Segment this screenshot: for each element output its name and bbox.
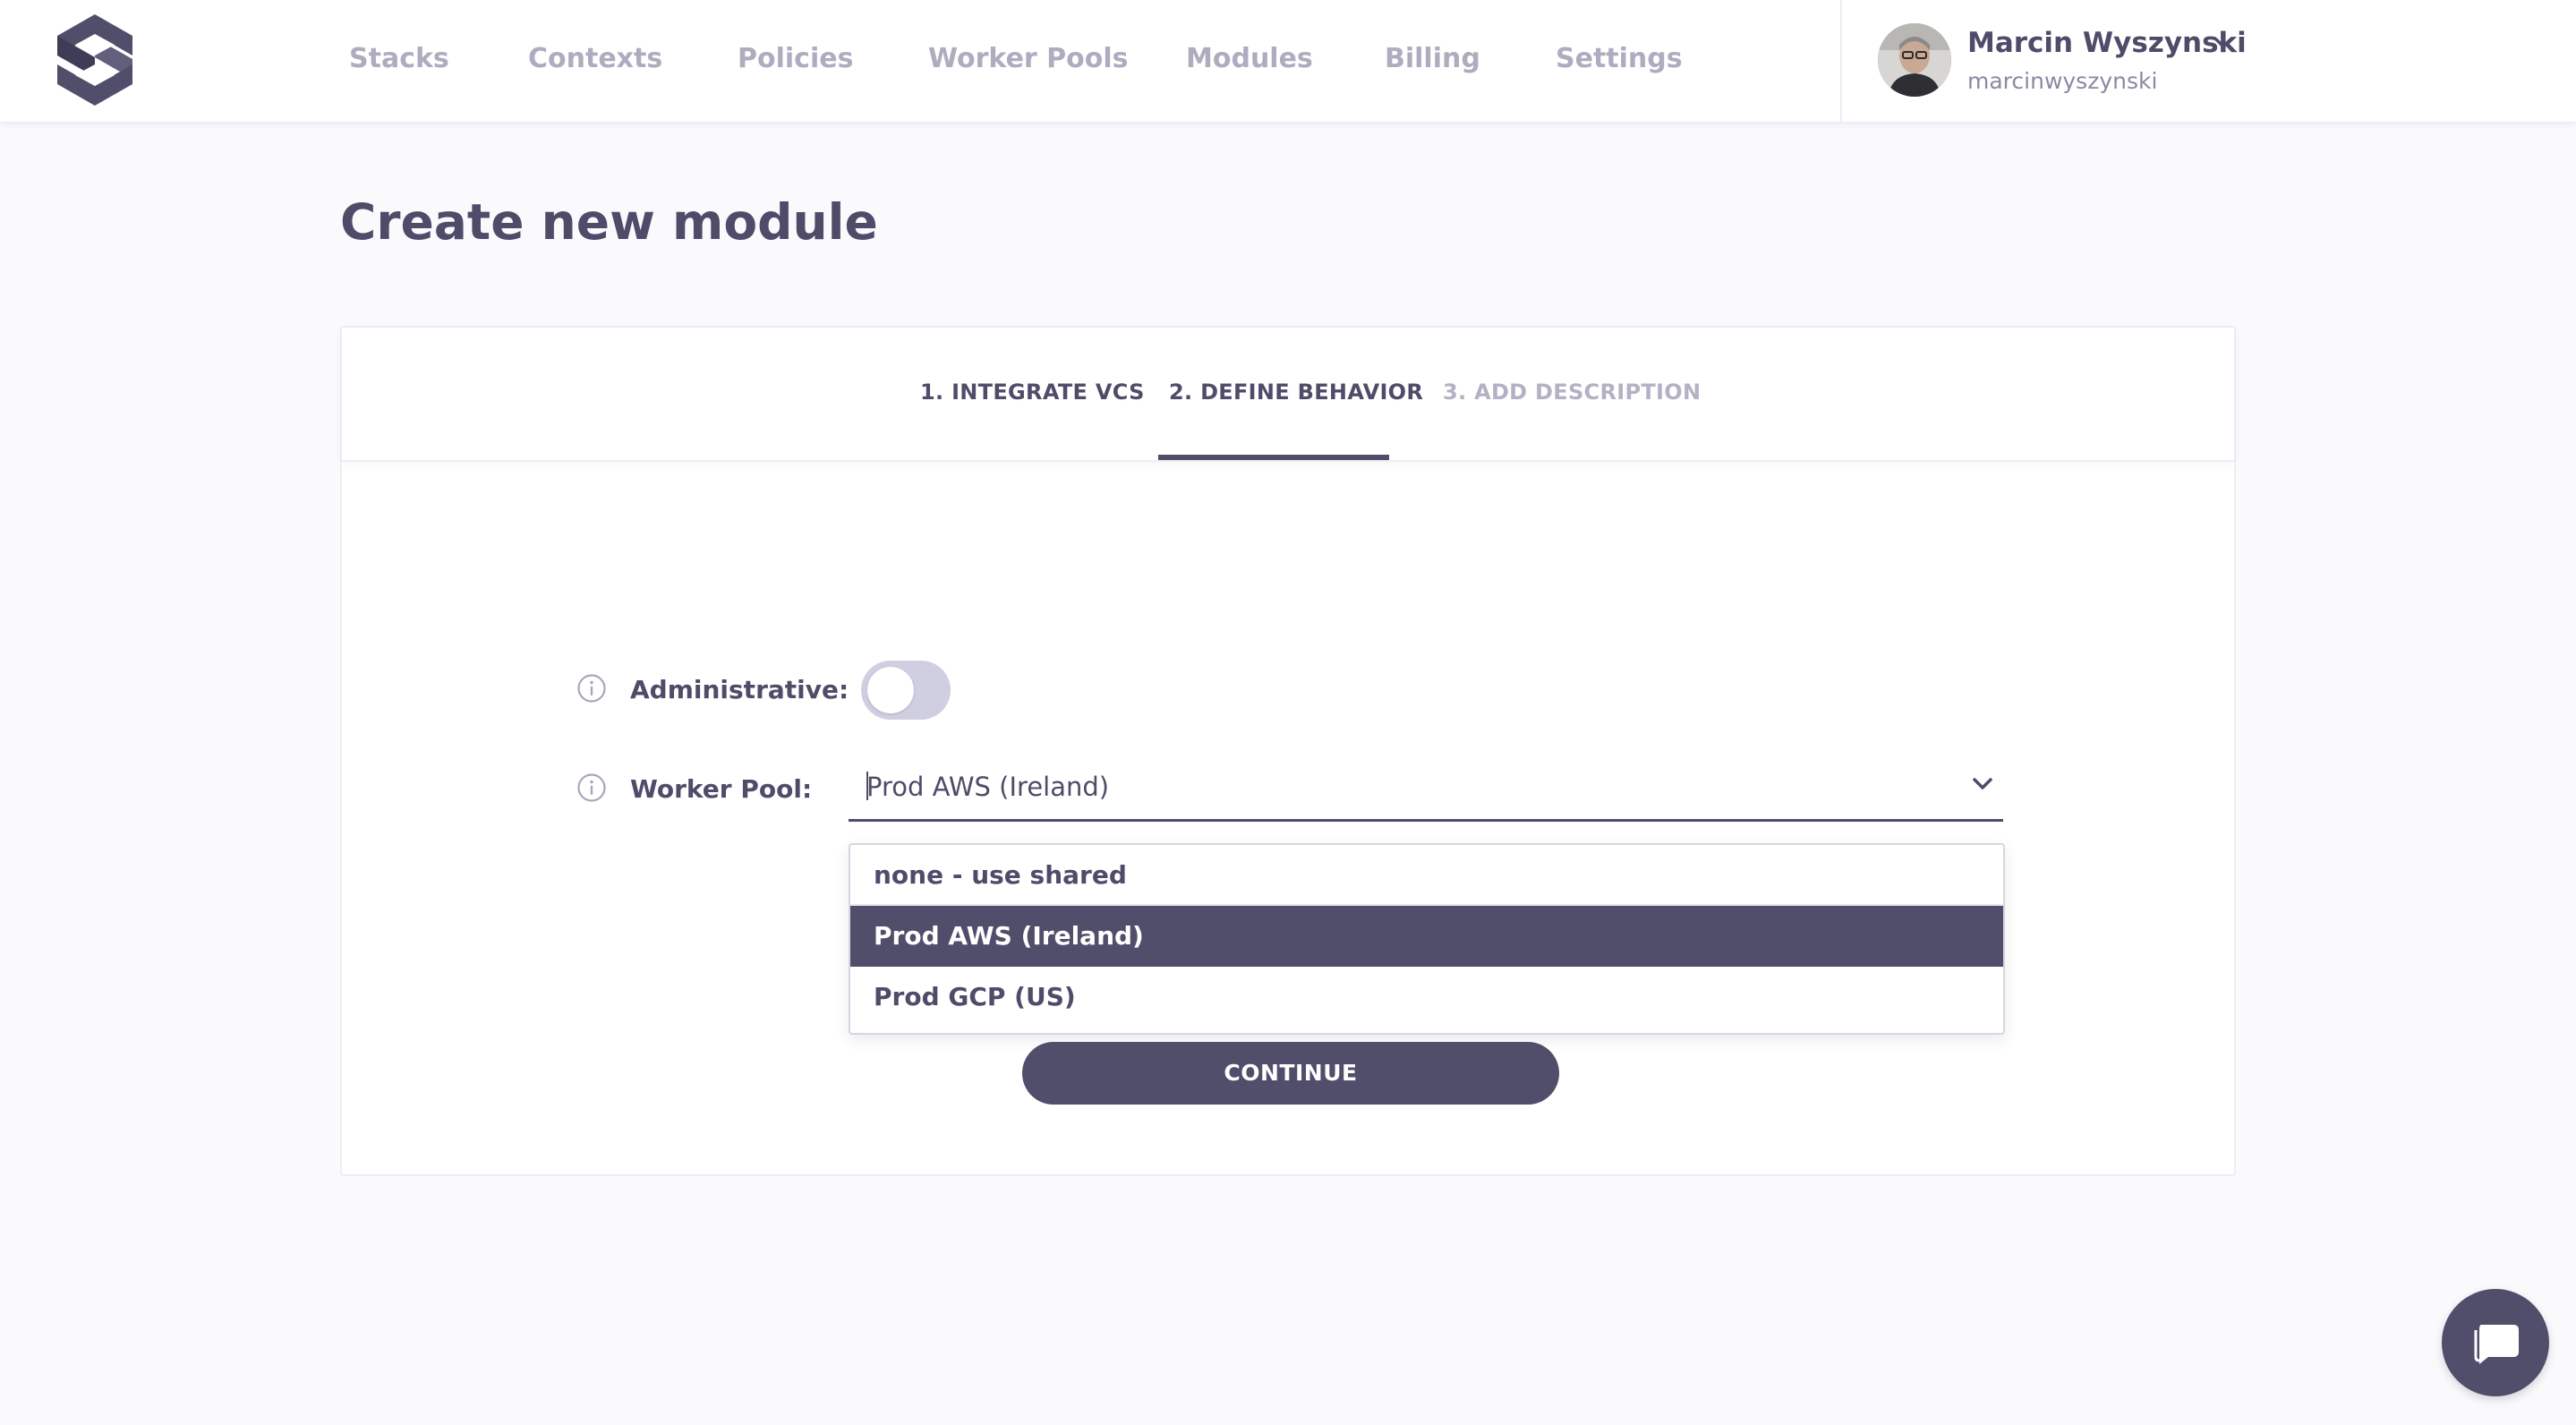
nav-item-stacks[interactable]: Stacks xyxy=(349,43,449,74)
top-navigation-bar: Stacks Contexts Policies Worker Pools Mo… xyxy=(0,0,2576,123)
worker-pool-dropdown: none - use shared Prod AWS (Ireland) Pro… xyxy=(849,843,2005,1035)
create-module-card: 1. INTEGRATE VCS 2. DEFINE BEHAVIOR 3. A… xyxy=(340,326,2236,1176)
tab-add-description[interactable]: 3. ADD DESCRIPTION xyxy=(1443,380,1701,405)
user-menu-divider xyxy=(1840,0,1842,123)
nav-item-policies[interactable]: Policies xyxy=(738,43,853,74)
nav-item-contexts[interactable]: Contexts xyxy=(528,43,662,74)
nav-item-billing[interactable]: Billing xyxy=(1385,43,1480,74)
tab-define-behavior[interactable]: 2. DEFINE BEHAVIOR xyxy=(1169,380,1423,405)
user-avatar-image xyxy=(1878,23,1951,97)
avatar[interactable] xyxy=(1878,23,1951,97)
option-prod-aws-ireland[interactable]: Prod AWS (Ireland) xyxy=(850,906,2003,967)
nav-item-modules[interactable]: Modules xyxy=(1186,43,1313,74)
chat-button[interactable] xyxy=(2442,1289,2549,1396)
page-title: Create new module xyxy=(340,193,878,251)
chat-icon xyxy=(2474,1325,2519,1364)
chevron-down-icon[interactable] xyxy=(2211,32,2236,54)
nav-item-settings[interactable]: Settings xyxy=(1556,43,1683,74)
spacelift-logo[interactable] xyxy=(48,9,141,111)
administrative-label: Administrative: xyxy=(630,675,849,704)
tab-integrate-vcs[interactable]: 1. INTEGRATE VCS xyxy=(920,380,1145,405)
toggle-knob xyxy=(867,667,914,713)
user-name[interactable]: Marcin Wyszynski xyxy=(1967,27,2247,59)
user-handle: marcinwyszynski xyxy=(1967,68,2158,94)
continue-button[interactable]: CONTINUE xyxy=(1022,1042,1559,1105)
info-icon[interactable] xyxy=(576,673,607,704)
option-prod-gcp-us[interactable]: Prod GCP (US) xyxy=(850,967,2003,1028)
wizard-steps: 1. INTEGRATE VCS 2. DEFINE BEHAVIOR 3. A… xyxy=(342,328,2234,462)
active-tab-indicator xyxy=(1158,455,1389,460)
worker-pool-label: Worker Pool: xyxy=(630,774,813,804)
info-icon[interactable] xyxy=(576,772,607,803)
worker-pool-value: Prod AWS (Ireland) xyxy=(866,772,1110,802)
chevron-down-icon[interactable] xyxy=(1969,773,1996,795)
administrative-toggle[interactable] xyxy=(861,661,951,720)
option-none-use-shared[interactable]: none - use shared xyxy=(850,845,2003,906)
nav-item-worker-pools[interactable]: Worker Pools xyxy=(928,43,1129,74)
worker-pool-select[interactable]: Prod AWS (Ireland) xyxy=(849,755,2003,822)
